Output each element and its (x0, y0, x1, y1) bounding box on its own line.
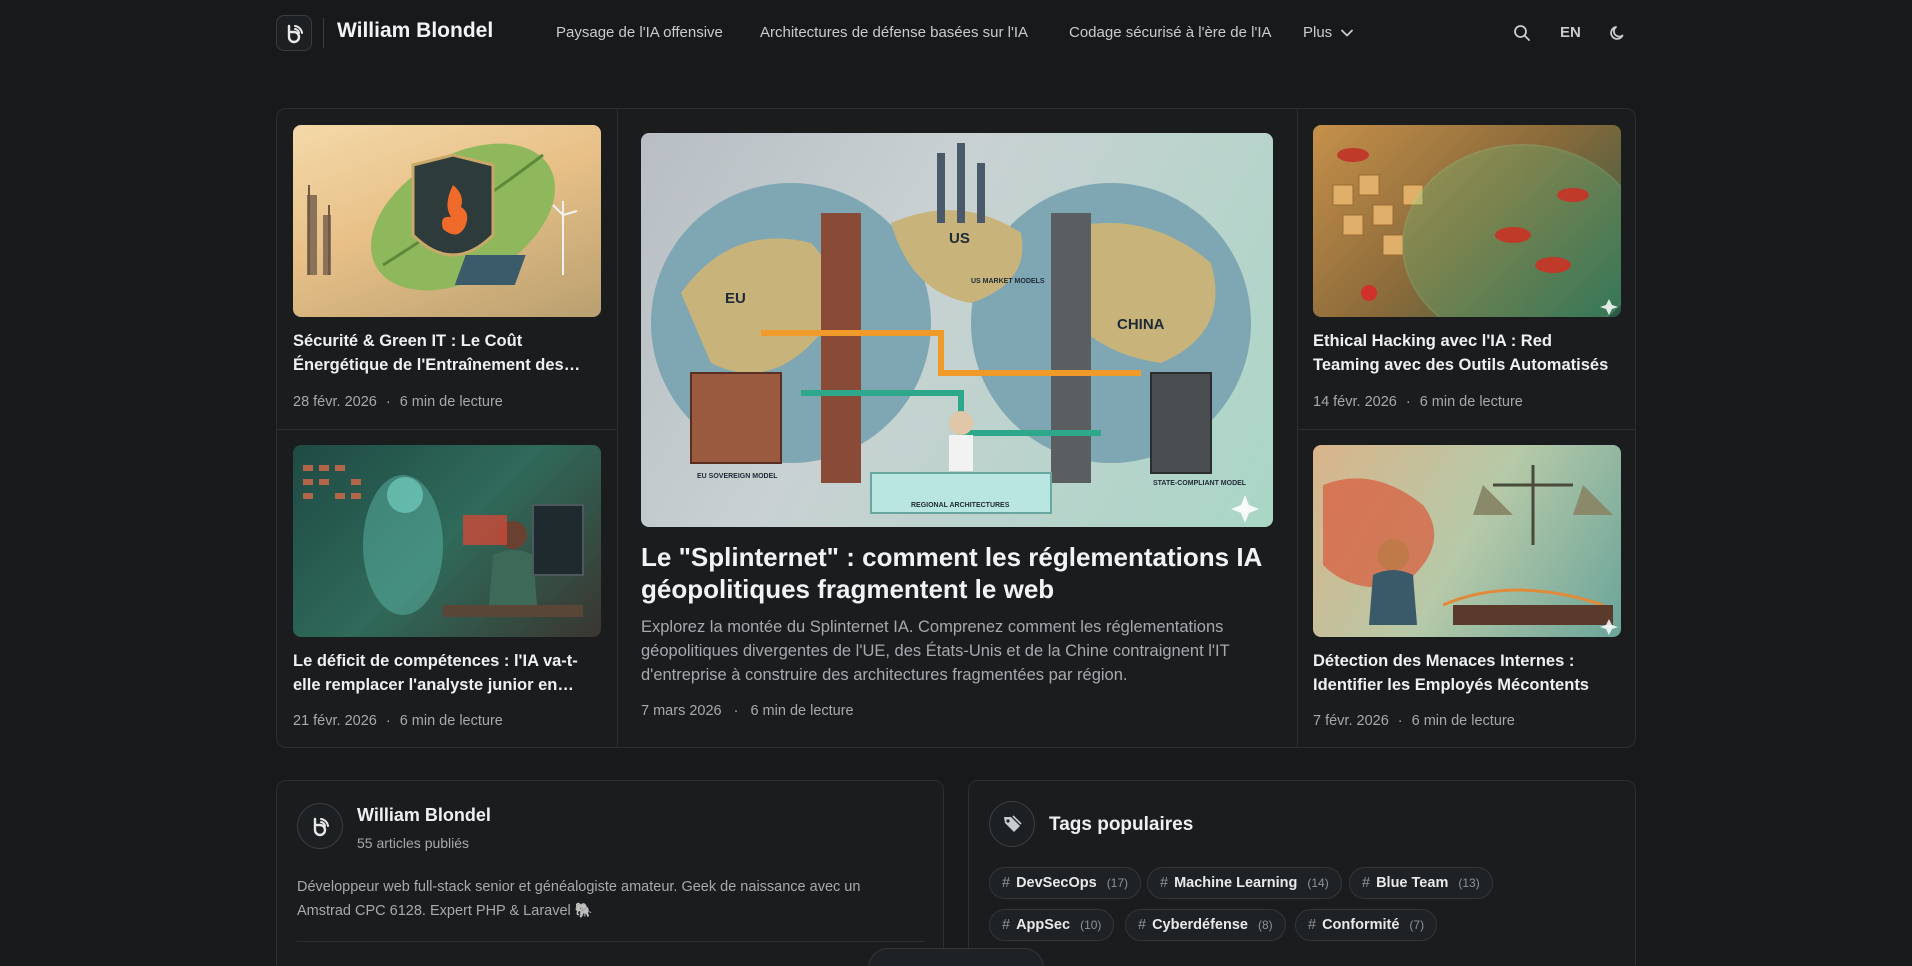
hash-icon: # (1362, 875, 1371, 891)
article-image[interactable] (1313, 445, 1621, 637)
article-date: 21 févr. 2026 (293, 713, 377, 729)
tag-count: (13) (1458, 876, 1480, 890)
site-header: William Blondel Paysage de l'IA offensiv… (0, 0, 1912, 66)
meta-separator: · (1405, 394, 1411, 410)
search-icon[interactable] (1511, 22, 1533, 44)
tag-name: Cyberdéfense (1152, 917, 1248, 933)
meta-separator: · (385, 713, 391, 729)
article-meta: 14 févr. 2026 · 6 min de lecture (1313, 394, 1523, 410)
tag-devsecops[interactable]: # DevSecOps (17) (989, 867, 1142, 899)
hash-icon: # (1002, 917, 1011, 933)
article-date: 7 mars 2026 (641, 703, 722, 719)
hero-article-title[interactable]: Le "Splinternet" : comment les réglement… (641, 541, 1281, 605)
article-meta: 28 févr. 2026 · 6 min de lecture (293, 394, 503, 410)
article-meta: 7 févr. 2026 · 6 min de lecture (1313, 713, 1515, 729)
tag-count: (10) (1080, 918, 1102, 932)
article-image[interactable] (293, 445, 601, 637)
map-label-us: US (949, 230, 970, 247)
article-read-time: 6 min de lecture (399, 713, 503, 729)
map-label-eu-model: EU SOVEREIGN MODEL (697, 473, 778, 480)
tag-name: Machine Learning (1174, 875, 1298, 891)
logo-divider (323, 18, 324, 48)
nav-item-secure-coding[interactable]: Codage sécurisé à l'ère de l'IA (1069, 24, 1272, 41)
tag-count: (8) (1257, 918, 1273, 932)
grid-divider (277, 429, 617, 430)
article-title[interactable]: Ethical Hacking avec l'IA : Red Teaming … (1313, 329, 1621, 377)
nav-more-menu[interactable]: Plus (1303, 24, 1354, 41)
hero-article-image[interactable]: US EU CHINA US MARKET MODELS EU SOVEREIG… (641, 133, 1273, 527)
article-title[interactable]: Sécurité & Green IT : Le Coût Énergétiqu… (293, 329, 601, 377)
tag-name: AppSec (1016, 917, 1071, 933)
hash-icon: # (1138, 917, 1147, 933)
tag-machine-learning[interactable]: # Machine Learning (14) (1147, 867, 1342, 899)
meta-separator: · (733, 703, 739, 719)
article-image[interactable] (293, 125, 601, 317)
grid-divider (617, 109, 618, 747)
tag-name: Blue Team (1376, 875, 1449, 891)
nav-item-ai-offensive[interactable]: Paysage de l'IA offensive (556, 24, 723, 41)
logo-icon[interactable] (276, 15, 312, 51)
featured-articles: Sécurité & Green IT : Le Coût Énergétiqu… (276, 108, 1636, 748)
map-label-regional: REGIONAL ARCHITECTURES (911, 502, 1010, 509)
author-bio: Développeur web full-stack senior et gén… (297, 879, 861, 919)
tag-count: (17) (1106, 876, 1129, 890)
article-date: 14 févr. 2026 (1313, 394, 1397, 410)
article-read-time: 6 min de lecture (750, 703, 854, 719)
article-read-time: 6 min de lecture (1419, 394, 1523, 410)
article-read-time: 6 min de lecture (1411, 713, 1515, 729)
nav-more-label: Plus (1303, 24, 1333, 41)
tag-cyberdefense[interactable]: # Cyberdéfense (8) (1125, 909, 1286, 941)
meta-separator: · (385, 394, 391, 410)
map-label-us-market: US MARKET MODELS (971, 278, 1045, 285)
article-read-time: 6 min de lecture (399, 394, 503, 410)
tag-count: (14) (1307, 876, 1329, 890)
article-date: 7 févr. 2026 (1313, 713, 1389, 729)
map-label-state-model: STATE-COMPLIANT MODEL (1153, 480, 1247, 487)
chevron-down-icon (1341, 29, 1354, 36)
tag-name: DevSecOps (1016, 875, 1097, 891)
tag-blue-team[interactable]: # Blue Team (13) (1349, 867, 1493, 899)
tag-appsec[interactable]: # AppSec (10) (989, 909, 1115, 941)
divider (297, 941, 925, 942)
grid-divider (1297, 429, 1635, 430)
tag-count: (7) (1409, 918, 1425, 932)
map-label-china: CHINA (1117, 316, 1165, 333)
author-name[interactable]: William Blondel (357, 805, 491, 826)
author-panel: William Blondel 55 articles publiés Déve… (276, 780, 944, 966)
map-label-eu: EU (725, 290, 746, 307)
author-article-count: 55 articles publiés (357, 835, 470, 851)
tag-name: Conformité (1322, 917, 1400, 933)
article-date: 28 févr. 2026 (293, 394, 377, 410)
article-title[interactable]: Détection des Menaces Internes : Identif… (1313, 649, 1621, 697)
moon-icon[interactable] (1607, 22, 1629, 44)
article-meta: 7 mars 2026 · 6 min de lecture (641, 703, 854, 719)
nav-item-ai-defense[interactable]: Architectures de défense basées sur l'IA (760, 24, 1028, 41)
article-image[interactable] (1313, 125, 1621, 317)
article-title[interactable]: Le déficit de compétences : l'IA va-t-el… (293, 649, 601, 697)
floating-toolbar[interactable] (868, 948, 1044, 966)
hash-icon: # (1160, 875, 1169, 891)
tags-icon (989, 801, 1035, 847)
hash-icon: # (1308, 917, 1317, 933)
hash-icon: # (1002, 875, 1011, 891)
article-meta: 21 févr. 2026 · 6 min de lecture (293, 713, 503, 729)
tags-title: Tags populaires (1049, 814, 1194, 835)
avatar[interactable] (297, 803, 343, 849)
language-toggle[interactable]: EN (1560, 24, 1581, 41)
site-title[interactable]: William Blondel (337, 19, 493, 43)
hero-article-description: Explorez la montée du Splinternet IA. Co… (641, 618, 1230, 684)
meta-separator: · (1397, 713, 1403, 729)
popular-tags-panel: Tags populaires # DevSecOps (17) # Machine … (968, 780, 1636, 966)
tag-conformite[interactable]: # Conformité (7) (1295, 909, 1438, 941)
